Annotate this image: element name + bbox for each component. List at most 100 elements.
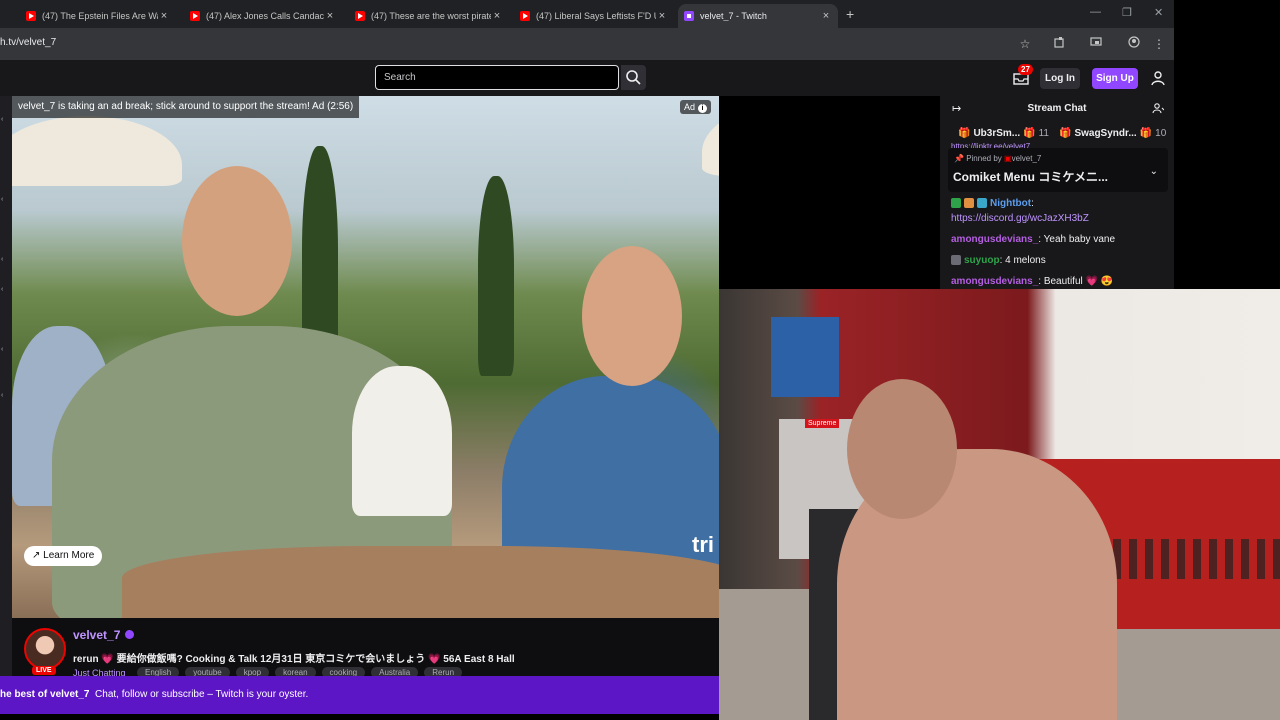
- chat-link[interactable]: https://discord.gg/wcJazXH3bZ: [951, 213, 1089, 224]
- restore-button[interactable]: ❐: [1122, 6, 1132, 19]
- gift-icon: 🎁: [958, 127, 971, 139]
- chat-username[interactable]: amongusdevians_: [951, 234, 1038, 245]
- profile-icon[interactable]: [1126, 36, 1142, 52]
- extensions-icon[interactable]: [1052, 36, 1068, 52]
- info-icon: i: [698, 104, 707, 113]
- tab-label: velvet_7 - Twitch: [700, 11, 767, 21]
- signup-button[interactable]: Sign Up: [1092, 68, 1138, 89]
- chat-username[interactable]: amongusdevians_: [951, 276, 1038, 287]
- scene-table: [122, 546, 719, 618]
- star-icon[interactable]: ☆: [1017, 36, 1033, 52]
- learn-more-button[interactable]: ↗ Learn More: [24, 546, 103, 566]
- stream-title: rerun 💗 要給你做飯嗎? Cooking & Talk 12月31日 東京…: [73, 654, 515, 665]
- left-sidebar-collapsed[interactable]: ‹ ‹ ‹ ‹ ‹ ‹: [0, 96, 12, 676]
- browser-tab-2[interactable]: (47) Alex Jones Calls Candace O ×: [184, 4, 342, 28]
- pinned-by-user: velvet_7: [1011, 154, 1042, 163]
- youtube-icon: [26, 11, 36, 21]
- stream-info: LIVE velvet_7 rerun 💗 要給你做飯嗎? Cooking & …: [12, 618, 719, 678]
- scene-head: [582, 246, 682, 386]
- chat-message: suyuop: 4 melons: [951, 255, 1046, 266]
- search-input[interactable]: [376, 66, 618, 89]
- leaderboard-entry[interactable]: 🎁 SwagSyndr... 🎁 10: [1059, 128, 1166, 139]
- community-icon[interactable]: [1152, 102, 1165, 117]
- close-icon[interactable]: ×: [656, 10, 668, 22]
- scene-person-woman: [352, 366, 452, 516]
- bot-badge-icon: [977, 198, 987, 209]
- supreme-sign: Supreme: [805, 419, 840, 428]
- menu-icon[interactable]: ⋮: [1151, 36, 1167, 52]
- learn-more-label: Learn More: [43, 550, 95, 561]
- search-box: [375, 65, 619, 90]
- close-icon[interactable]: ×: [491, 10, 503, 22]
- new-tab-button[interactable]: +: [846, 6, 854, 22]
- external-link-icon: ↗: [32, 550, 44, 561]
- close-icon[interactable]: ×: [324, 10, 336, 22]
- browser-tab-twitch[interactable]: velvet_7 - Twitch ×: [678, 4, 838, 28]
- browser-tab-1[interactable]: (47) The Epstein Files Are Way W ×: [20, 4, 176, 28]
- chat-separator: :: [1031, 198, 1034, 209]
- verified-icon: [125, 630, 134, 639]
- leaderboard-entry[interactable]: 🎁 Ub3rSm... 🎁 11: [958, 128, 1049, 139]
- chat-text: 4 melons: [1002, 255, 1046, 266]
- chevron-icon: ‹: [1, 116, 4, 123]
- close-icon[interactable]: ×: [158, 10, 170, 22]
- scene-head: [182, 166, 292, 316]
- chevron-icon: ‹: [1, 196, 4, 203]
- verified-badge-icon: [951, 198, 961, 209]
- leaderboard-user: Ub3rSm...: [973, 127, 1021, 139]
- badge-icon: [951, 255, 961, 266]
- broadcaster-badge-icon: ▣: [1004, 154, 1012, 163]
- promo-bold: he best of velvet_7: [0, 689, 90, 700]
- twitch-top-nav: 27 Log In Sign Up: [0, 60, 1174, 96]
- scene-umbrella: [12, 116, 182, 186]
- tab-label: (47) Liberal Says Leftists F'D UP: [536, 11, 656, 21]
- minimize-button[interactable]: —: [1090, 6, 1101, 18]
- ad-caption: tri: [692, 532, 714, 557]
- chat-username[interactable]: Nightbot: [990, 198, 1031, 209]
- media-icon[interactable]: [1088, 36, 1104, 52]
- user-icon[interactable]: [1150, 70, 1166, 86]
- badge-icon: [964, 198, 974, 209]
- stream-chat: ↦ Stream Chat 🎁 Ub3rSm... 🎁 11 🎁 SwagSyn…: [940, 96, 1174, 290]
- gift-leaderboard: 🎁 Ub3rSm... 🎁 11 🎁 SwagSyndr... 🎁 10: [940, 122, 1174, 144]
- ad-label[interactable]: Ad i: [679, 100, 711, 114]
- youtube-icon: [355, 11, 365, 21]
- sub-gift-icon: 🎁: [1023, 127, 1036, 139]
- browser-tab-4[interactable]: (47) Liberal Says Leftists F'D UP ×: [514, 4, 674, 28]
- browser-tab-3[interactable]: (47) These are the worst pirates ×: [349, 4, 509, 28]
- tab-label: (47) These are the worst pirates: [371, 11, 491, 21]
- chevron-icon: ‹: [1, 346, 4, 353]
- chat-message: Nightbot:: [951, 198, 1034, 209]
- chat-username[interactable]: suyuop: [964, 255, 1000, 266]
- pinned-by-label: Pinned by: [966, 154, 1002, 163]
- close-icon[interactable]: ×: [820, 10, 832, 22]
- search-button[interactable]: [621, 65, 646, 90]
- leaderboard-count: 10: [1155, 127, 1167, 139]
- twitch-icon: [684, 11, 694, 21]
- pinned-message[interactable]: 📌 Pinned by ▣velvet_7 Comiket Menu コミケメニ…: [948, 148, 1168, 192]
- video-player[interactable]: velvet_7 is taking an ad break; stick ar…: [12, 96, 719, 618]
- channel-name[interactable]: velvet_7: [73, 628, 120, 642]
- chevron-icon: ‹: [1, 256, 4, 263]
- cam-person-head: [847, 379, 957, 519]
- leaderboard-user: SwagSyndr...: [1074, 127, 1137, 139]
- close-window-button[interactable]: ✕: [1154, 6, 1163, 19]
- chat-message: https://discord.gg/wcJazXH3bZ: [951, 213, 1089, 224]
- tab-label: (47) The Epstein Files Are Way W: [42, 11, 158, 21]
- youtube-icon: [190, 11, 200, 21]
- chat-message: amongusdevians_: Beautiful 💗 😍: [951, 276, 1113, 287]
- chevron-icon: ‹: [1, 286, 4, 293]
- ad-break-banner: velvet_7 is taking an ad break; stick ar…: [12, 96, 360, 118]
- pinned-by: 📌 Pinned by ▣velvet_7: [954, 154, 1041, 163]
- chat-title: Stream Chat: [1027, 103, 1087, 114]
- tab-label: (47) Alex Jones Calls Candace O: [206, 11, 324, 21]
- browser-toolbar: h.tv/velvet_7 ☆ ⋮: [0, 28, 1174, 60]
- leaderboard-count: 11: [1038, 127, 1049, 139]
- pinned-text: Comiket Menu コミケメニ...: [953, 170, 1108, 184]
- address-bar[interactable]: h.tv/velvet_7: [0, 37, 56, 48]
- pin-icon: 📌: [954, 154, 967, 163]
- chat-text: Beautiful 💗 😍: [1041, 276, 1114, 287]
- chevron-down-icon[interactable]: ⌄: [1150, 166, 1158, 177]
- channel-avatar[interactable]: [24, 628, 66, 670]
- login-button[interactable]: Log In: [1040, 68, 1080, 89]
